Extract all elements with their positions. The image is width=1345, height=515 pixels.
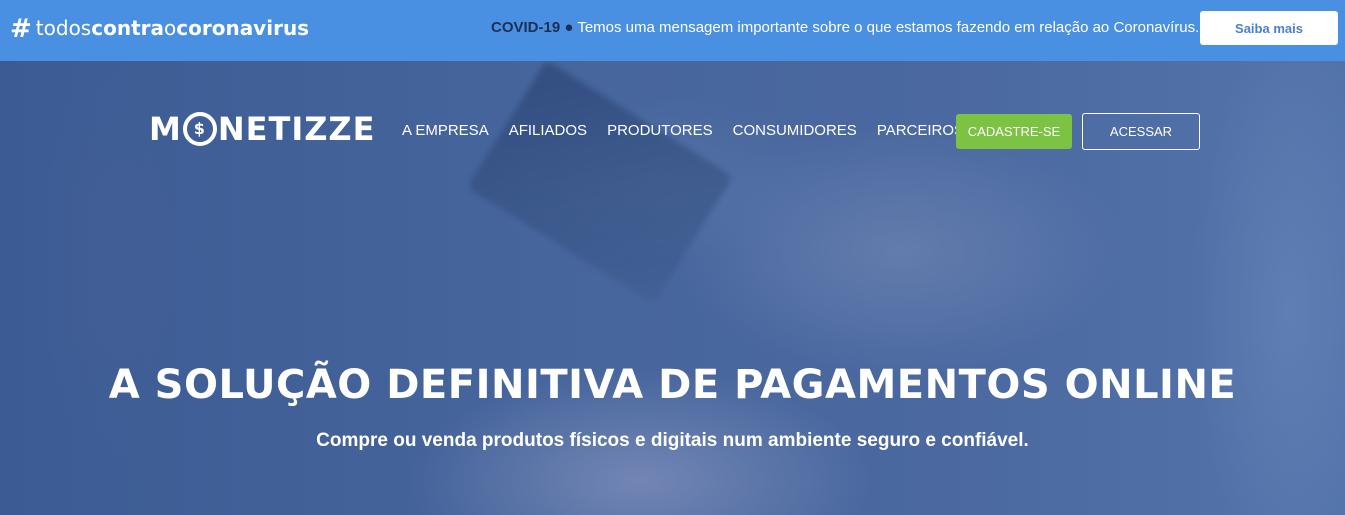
- hashtag-part: todos: [35, 16, 92, 40]
- covid-notice-text: Temos uma mensagem importante sobre o qu…: [577, 19, 1200, 36]
- logo-text-start: M: [149, 110, 182, 148]
- dollar-coin-icon: $: [182, 112, 217, 146]
- covid-banner: # todoscontraocoronavirus COVID-19 ● Temo…: [0, 0, 1345, 61]
- bullet-icon: ●: [564, 19, 574, 36]
- covid-label: COVID-19: [491, 19, 561, 36]
- hero-headline: A SOLUÇÃO DEFINITIVA DE PAGAMENTOS ONLIN…: [108, 362, 1237, 408]
- login-button[interactable]: ACESSAR: [1082, 113, 1200, 150]
- signup-button[interactable]: CADASTRE-SE: [956, 114, 1072, 149]
- hashtag-part: contra: [91, 16, 164, 40]
- logo-text-end: NETIZZE: [217, 110, 376, 148]
- hashtag-campaign[interactable]: # todoscontraocoronavirus: [10, 14, 309, 43]
- nav-item-produtores[interactable]: PRODUTORES: [607, 122, 713, 139]
- nav-item-consumidores[interactable]: CONSUMIDORES: [733, 122, 857, 139]
- hashtag-part: coronavirus: [176, 16, 310, 40]
- hashtag-part: o: [164, 16, 177, 40]
- main-nav: A EMPRESA AFILIADOS PRODUTORES CONSUMIDO…: [402, 122, 984, 139]
- hashtag-symbol: #: [10, 14, 32, 44]
- hero-subheadline: Compre ou venda produtos físicos e digit…: [316, 430, 1029, 451]
- nav-item-empresa[interactable]: A EMPRESA: [402, 122, 489, 139]
- hero-background-image: [466, 61, 734, 304]
- covid-notice: COVID-19 ● Temos uma mensagem importante…: [491, 19, 1199, 36]
- nav-item-afiliados[interactable]: AFILIADOS: [509, 122, 587, 139]
- nav-item-parceiros[interactable]: PARCEIROS: [877, 122, 964, 139]
- monetizze-logo[interactable]: M $ NETIZZE: [149, 110, 376, 148]
- saiba-mais-button[interactable]: Saiba mais: [1200, 11, 1338, 45]
